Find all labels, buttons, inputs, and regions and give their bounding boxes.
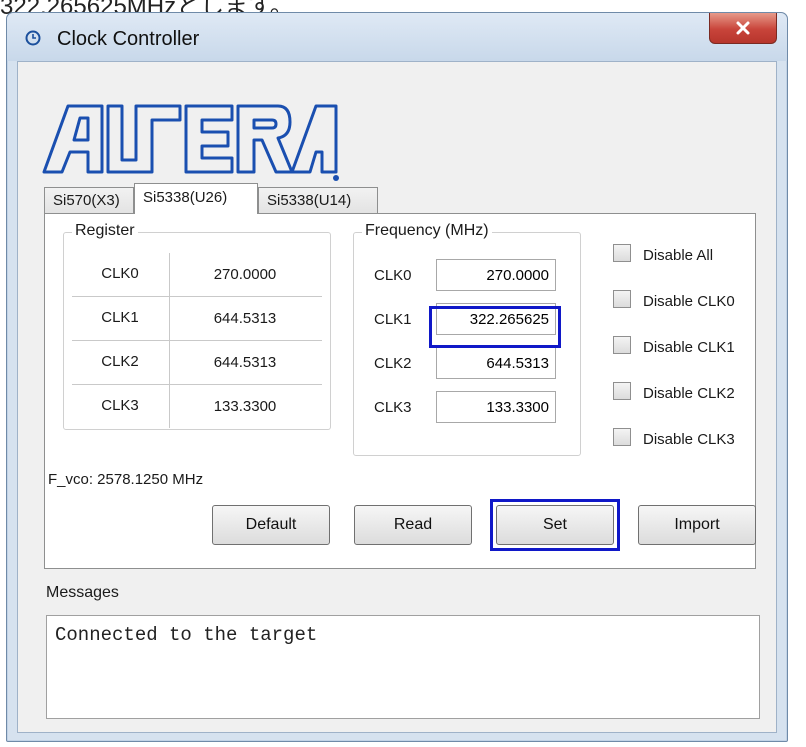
checkbox-label: Disable CLK3: [643, 431, 735, 448]
frequency-label: CLK0: [374, 267, 412, 284]
register-value: 644.5313: [169, 297, 320, 340]
register-name: CLK2: [101, 353, 139, 370]
clock-controller-window: Clock Controller Si570(X3) Si5338(U26) S…: [6, 12, 788, 742]
disable-clk1-checkbox[interactable]: [613, 336, 631, 354]
register-table: CLK0 270.0000 CLK1 644.5313 CLK2 644.531…: [72, 253, 322, 428]
table-row: CLK3 133.3300: [72, 385, 322, 428]
register-name: CLK3: [101, 397, 139, 414]
tab-si5338-u26[interactable]: Si5338(U26): [134, 183, 258, 214]
checkbox-label: Disable CLK1: [643, 339, 735, 356]
table-row: CLK1 644.5313: [72, 297, 322, 341]
frequency-label: CLK2: [374, 355, 412, 372]
register-group: Register CLK0 270.0000 CLK1 644.5313 CLK…: [63, 222, 331, 430]
register-value: 270.0000: [169, 253, 320, 296]
disable-all-checkbox[interactable]: [613, 244, 631, 262]
messages-textarea[interactable]: Connected to the target: [46, 615, 760, 719]
title-bar: Clock Controller: [7, 13, 787, 61]
default-button[interactable]: Default: [212, 505, 330, 545]
altera-logo: [42, 104, 339, 181]
checkbox-label: Disable All: [643, 247, 714, 264]
close-icon: [736, 21, 750, 35]
frequency-title: Frequency (MHz): [362, 222, 492, 240]
clock-icon: [25, 30, 41, 46]
set-highlight-frame: [490, 499, 620, 551]
tab-si5338-u14[interactable]: Si5338(U14): [258, 187, 378, 213]
register-value: 133.3300: [169, 385, 320, 428]
register-value: 644.5313: [169, 341, 320, 384]
read-button[interactable]: Read: [354, 505, 472, 545]
disable-clk2-checkbox[interactable]: [613, 382, 631, 400]
register-name: CLK0: [101, 265, 139, 282]
checkbox-label: Disable CLK2: [643, 385, 735, 402]
table-row: CLK2 644.5313: [72, 341, 322, 385]
frequency-label: CLK3: [374, 399, 412, 416]
tab-si570-x3[interactable]: Si570(X3): [44, 187, 134, 213]
clk1-highlight-frame: [429, 306, 561, 348]
clk2-frequency-input[interactable]: [436, 347, 556, 379]
close-button[interactable]: [709, 13, 777, 44]
table-row: CLK0 270.0000: [72, 253, 322, 297]
window-title: Clock Controller: [57, 28, 200, 50]
checkbox-label: Disable CLK0: [643, 293, 735, 310]
clk0-frequency-input[interactable]: [436, 259, 556, 291]
disable-clk0-checkbox[interactable]: [613, 290, 631, 308]
messages-label: Messages: [46, 584, 119, 601]
import-button[interactable]: Import: [638, 505, 756, 545]
clk3-frequency-input[interactable]: [436, 391, 556, 423]
disable-clk3-checkbox[interactable]: [613, 428, 631, 446]
window-client-area: Si570(X3) Si5338(U26) Si5338(U14) Regist…: [17, 61, 777, 733]
fvco-readout: F_vco: 2578.1250 MHz: [48, 471, 204, 488]
frequency-label: CLK1: [374, 311, 412, 328]
register-title: Register: [72, 222, 138, 240]
register-name: CLK1: [101, 309, 139, 326]
